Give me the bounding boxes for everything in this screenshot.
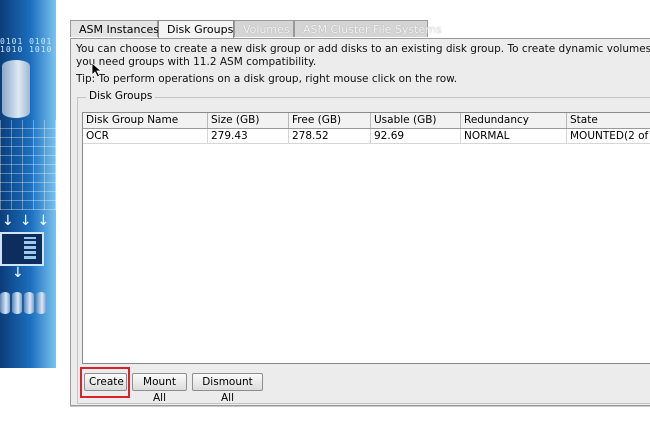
cell-state: MOUNTED(2 of	[567, 129, 650, 144]
arrow-down-icon: ↓↓↓	[2, 213, 56, 229]
divider	[70, 406, 650, 407]
disk-groups-table[interactable]: Disk Group Name Size (GB) Free (GB) Usab…	[82, 112, 650, 364]
table-row[interactable]: OCR 279.43 278.52 92.69 NORMAL MOUNTED(2…	[83, 129, 650, 144]
tab-disk-groups[interactable]: Disk Groups	[158, 20, 234, 39]
cell-size: 279.43	[208, 129, 289, 144]
column-header-usable[interactable]: Usable (GB)	[371, 113, 461, 128]
dismount-all-button[interactable]: Dismount All	[192, 373, 263, 404]
column-header-redundancy[interactable]: Redundancy	[461, 113, 567, 128]
column-header-free[interactable]: Free (GB)	[289, 113, 371, 128]
create-button[interactable]: Create	[84, 373, 127, 391]
groupbox-title: Disk Groups	[86, 90, 156, 103]
cell-redundancy: NORMAL	[461, 129, 567, 144]
tab-volumes[interactable]: Volumes	[234, 20, 294, 37]
tip-text: Tip: To perform operations on a disk gro…	[76, 73, 458, 85]
database-icon	[2, 60, 30, 118]
cell-usable: 92.69	[371, 129, 461, 144]
column-header-disk-group-name[interactable]: Disk Group Name	[83, 113, 208, 128]
binary-decoration: 0101 0101 1010 1010	[0, 37, 53, 54]
disk-icon	[0, 292, 10, 314]
tab-asm-cluster-file-systems[interactable]: ASM Cluster File Systems	[294, 20, 442, 37]
tab-asm-instances[interactable]: ASM Instances	[70, 20, 159, 37]
column-header-size[interactable]: Size (GB)	[208, 113, 289, 128]
disk-icon	[36, 292, 46, 314]
circuit-decoration	[0, 120, 56, 210]
cell-disk-group-name: OCR	[83, 129, 208, 144]
table-header: Disk Group Name Size (GB) Free (GB) Usab…	[83, 113, 650, 129]
storage-rack-icon	[0, 232, 44, 266]
mount-all-button[interactable]: Mount All	[132, 373, 187, 404]
disk-icon	[12, 292, 22, 314]
arrow-down-icon: ↓	[12, 265, 24, 281]
cell-free: 278.52	[289, 129, 371, 144]
side-artwork: 0101 0101 1010 1010 ↓↓↓ ↓	[0, 0, 56, 368]
disk-icon	[24, 292, 34, 314]
column-header-state[interactable]: State	[567, 113, 650, 128]
intro-text: You can choose to create a new disk grou…	[76, 43, 650, 68]
